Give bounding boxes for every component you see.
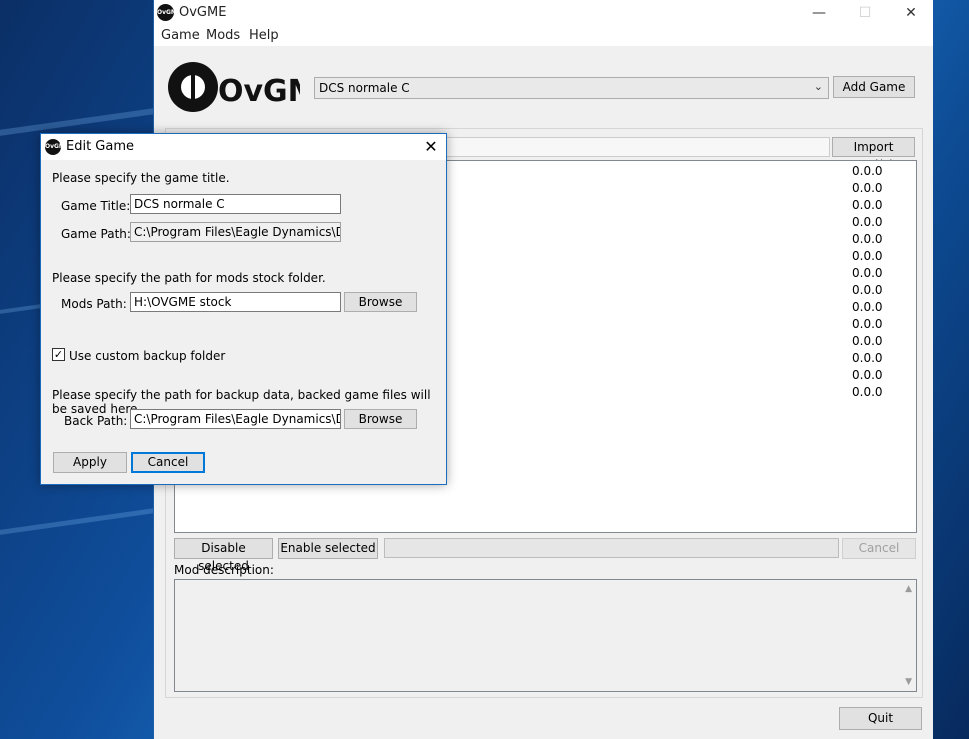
ovgme-logo: OvGME xyxy=(168,62,300,112)
progress-bar xyxy=(384,538,839,558)
title-bar: OvGME OvGME — ☐ ✕ xyxy=(154,0,933,26)
mod-version-cell: 0.0.0 xyxy=(852,351,883,365)
mod-version-cell: 0.0.0 xyxy=(852,283,883,297)
game-path-label: Game Path: xyxy=(61,227,131,241)
backup-checkbox-label: Use custom backup folder xyxy=(69,349,226,363)
close-button[interactable]: ✕ xyxy=(888,0,934,26)
mod-filter-input[interactable] xyxy=(444,137,830,157)
menu-help[interactable]: Help xyxy=(249,28,279,43)
mods-browse-button[interactable]: Browse xyxy=(344,292,417,312)
mod-version-cell: 0.0.0 xyxy=(852,385,883,399)
menu-bar: Game Mods Help xyxy=(154,26,933,46)
back-path-input[interactable]: C:\Program Files\Eagle Dynamics\DCS Wc xyxy=(130,409,341,429)
game-title-instruction: Please specify the game title. xyxy=(52,171,230,185)
scroll-up-icon[interactable]: ▲ xyxy=(905,584,912,594)
cancel-progress-button[interactable]: Cancel xyxy=(842,538,916,559)
backup-checkbox[interactable]: ✓ xyxy=(52,348,65,361)
mod-version-cell: 0.0.0 xyxy=(852,181,883,195)
mods-path-label: Mods Path: xyxy=(61,297,127,311)
logo-text: OvGME xyxy=(218,74,300,109)
add-game-button[interactable]: Add Game xyxy=(833,76,915,98)
mod-version-cell: 0.0.0 xyxy=(852,198,883,212)
mod-description-label: Mod description: xyxy=(174,563,274,577)
mod-description-box[interactable]: ▲ ▼ xyxy=(174,579,917,692)
app-icon: OvGME xyxy=(157,4,181,21)
quit-button[interactable]: Quit xyxy=(839,707,922,730)
maximize-button[interactable]: ☐ xyxy=(842,0,888,26)
wallpaper-ray xyxy=(0,506,170,539)
enable-selected-button[interactable]: Enable selected xyxy=(278,538,378,559)
menu-game[interactable]: Game xyxy=(161,28,200,43)
chevron-down-icon: ⌄ xyxy=(813,80,823,93)
mod-version-cell: 0.0.0 xyxy=(852,317,883,331)
mod-version-cell: 0.0.0 xyxy=(852,334,883,348)
import-mods-button[interactable]: Import Mod(s) xyxy=(832,137,915,172)
scroll-down-icon[interactable]: ▼ xyxy=(905,677,912,687)
minimize-button[interactable]: — xyxy=(796,0,842,26)
menu-mods[interactable]: Mods xyxy=(206,28,240,43)
mod-version-cell: 0.0.0 xyxy=(852,232,883,246)
mod-version-cell: 0.0.0 xyxy=(852,215,883,229)
disable-selected-button[interactable]: Disable selected xyxy=(174,538,273,573)
dialog-cancel-button[interactable]: Cancel xyxy=(131,452,205,473)
dialog-title-bar: OvGME Edit Game ✕ xyxy=(41,134,446,160)
mod-version-cell: 0.0.0 xyxy=(852,300,883,314)
back-path-label: Back Path: xyxy=(64,414,128,428)
mod-version-cell: 0.0.0 xyxy=(852,368,883,382)
mods-path-instruction: Please specify the path for mods stock f… xyxy=(52,271,326,285)
apply-button[interactable]: Apply xyxy=(53,452,127,473)
mod-version-cell: 0.0.0 xyxy=(852,164,883,178)
game-path-field[interactable]: C:\Program Files\Eagle Dynamics\DCS Wc xyxy=(130,222,341,242)
mod-version-cell: 0.0.0 xyxy=(852,266,883,280)
dialog-close-button[interactable]: ✕ xyxy=(416,134,446,160)
dialog-app-icon: OvGME xyxy=(45,139,69,155)
window-title: OvGME xyxy=(179,5,227,20)
mods-path-input[interactable]: H:\OVGME stock xyxy=(130,292,341,312)
edit-game-dialog: OvGME Edit Game ✕ Please specify the gam… xyxy=(40,133,447,485)
game-title-label: Game Title: xyxy=(61,199,131,213)
game-title-input[interactable]: DCS normale C xyxy=(130,194,341,214)
mod-version-cell: 0.0.0 xyxy=(852,249,883,263)
dialog-title: Edit Game xyxy=(66,139,135,154)
game-select[interactable]: DCS normale C ⌄ xyxy=(314,77,829,99)
game-select-value: DCS normale C xyxy=(319,81,410,95)
backup-browse-button[interactable]: Browse xyxy=(344,409,417,429)
